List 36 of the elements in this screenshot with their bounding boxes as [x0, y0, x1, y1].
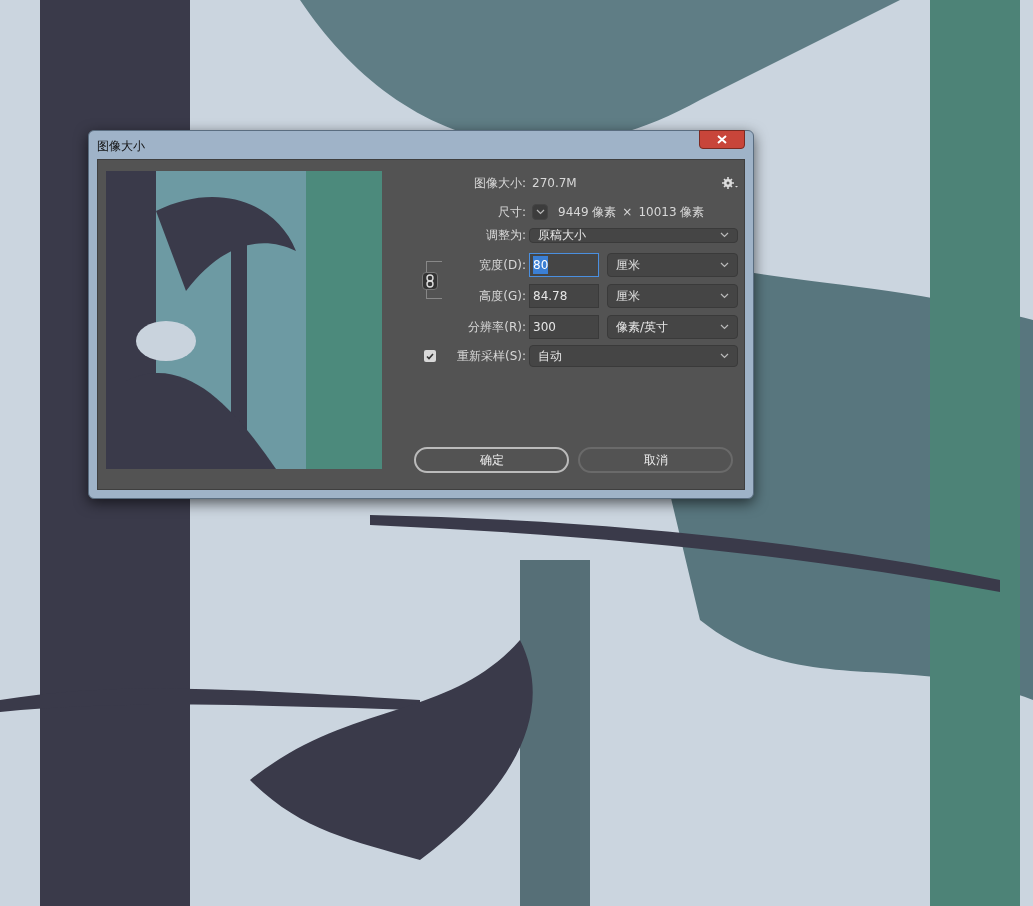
- field-label: 高度(G):: [478, 288, 526, 305]
- window-title: 图像大小: [97, 138, 145, 155]
- dropdown[interactable]: 自动: [529, 345, 738, 367]
- dropdown[interactable]: 原稿大小: [529, 227, 738, 243]
- times-sign: ×: [622, 204, 633, 221]
- image-size-label: 图像大小:: [472, 175, 526, 192]
- ok-button[interactable]: 确定: [414, 447, 569, 473]
- dropdown[interactable]: 像素/英寸: [607, 315, 738, 339]
- chevron-down-icon: [720, 293, 729, 299]
- settings-icon[interactable]: [722, 177, 738, 189]
- number-input-field[interactable]: 84.78: [529, 284, 599, 308]
- chevron-down-icon: [535, 209, 545, 215]
- chain-link-icon: [426, 273, 434, 288]
- dropdown[interactable]: 厘米: [607, 284, 738, 308]
- close-icon: [717, 135, 727, 144]
- resample-label: 重新采样(S):: [455, 348, 526, 365]
- link-toggle[interactable]: [422, 271, 438, 290]
- check-icon: [426, 352, 434, 360]
- close-button[interactable]: [699, 130, 745, 149]
- dimensions-label: 尺寸:: [496, 204, 526, 221]
- fit-to-label: 调整为:: [484, 227, 526, 244]
- chevron-down-icon: [720, 353, 729, 359]
- chevron-down-icon: [720, 324, 729, 330]
- cancel-button[interactable]: 取消: [578, 447, 733, 473]
- field-label: 分辨率(R):: [467, 319, 526, 336]
- number-input-field[interactable]: 300: [529, 315, 599, 339]
- field-label: 宽度(D):: [478, 257, 526, 274]
- chevron-down-icon: [720, 262, 729, 268]
- dropdown[interactable]: 厘米: [607, 253, 738, 277]
- chevron-down-icon: [720, 232, 729, 238]
- dimensions-dropdown-button[interactable]: [532, 204, 548, 220]
- pixel-width-text: 9449 像素: [558, 204, 617, 221]
- image-size-value: 270.7M: [532, 175, 577, 192]
- number-input-field[interactable]: 80: [529, 253, 599, 277]
- resample-checkbox[interactable]: [424, 350, 436, 362]
- pixel-height-text: 10013 像素: [638, 204, 705, 221]
